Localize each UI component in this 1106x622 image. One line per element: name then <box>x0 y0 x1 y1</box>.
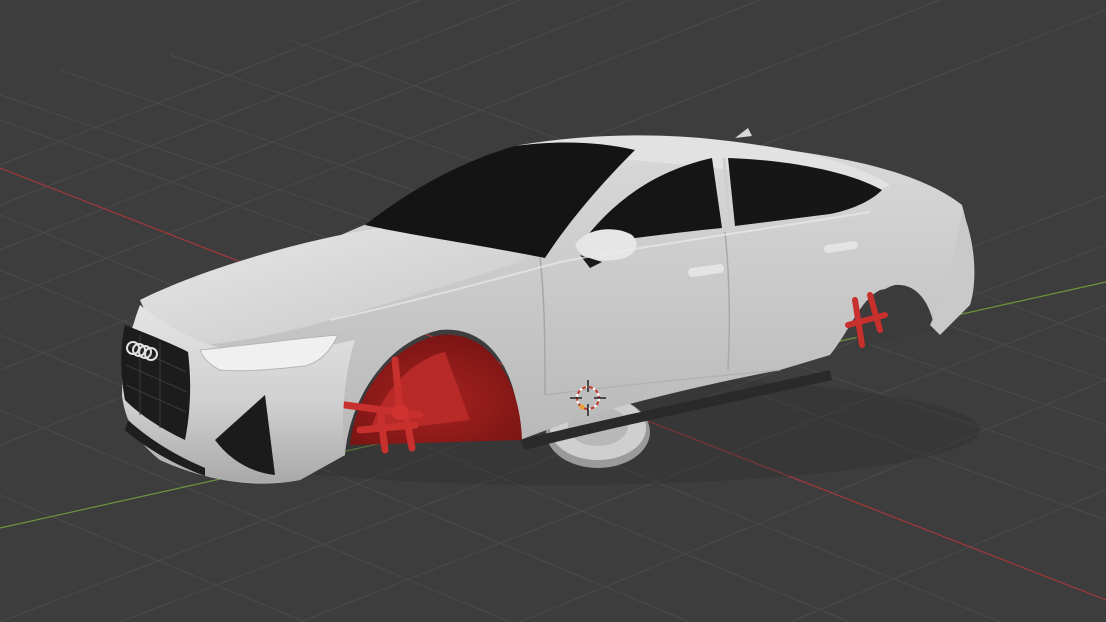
object-origin-point <box>579 404 585 410</box>
3d-viewport[interactable] <box>0 0 1106 622</box>
